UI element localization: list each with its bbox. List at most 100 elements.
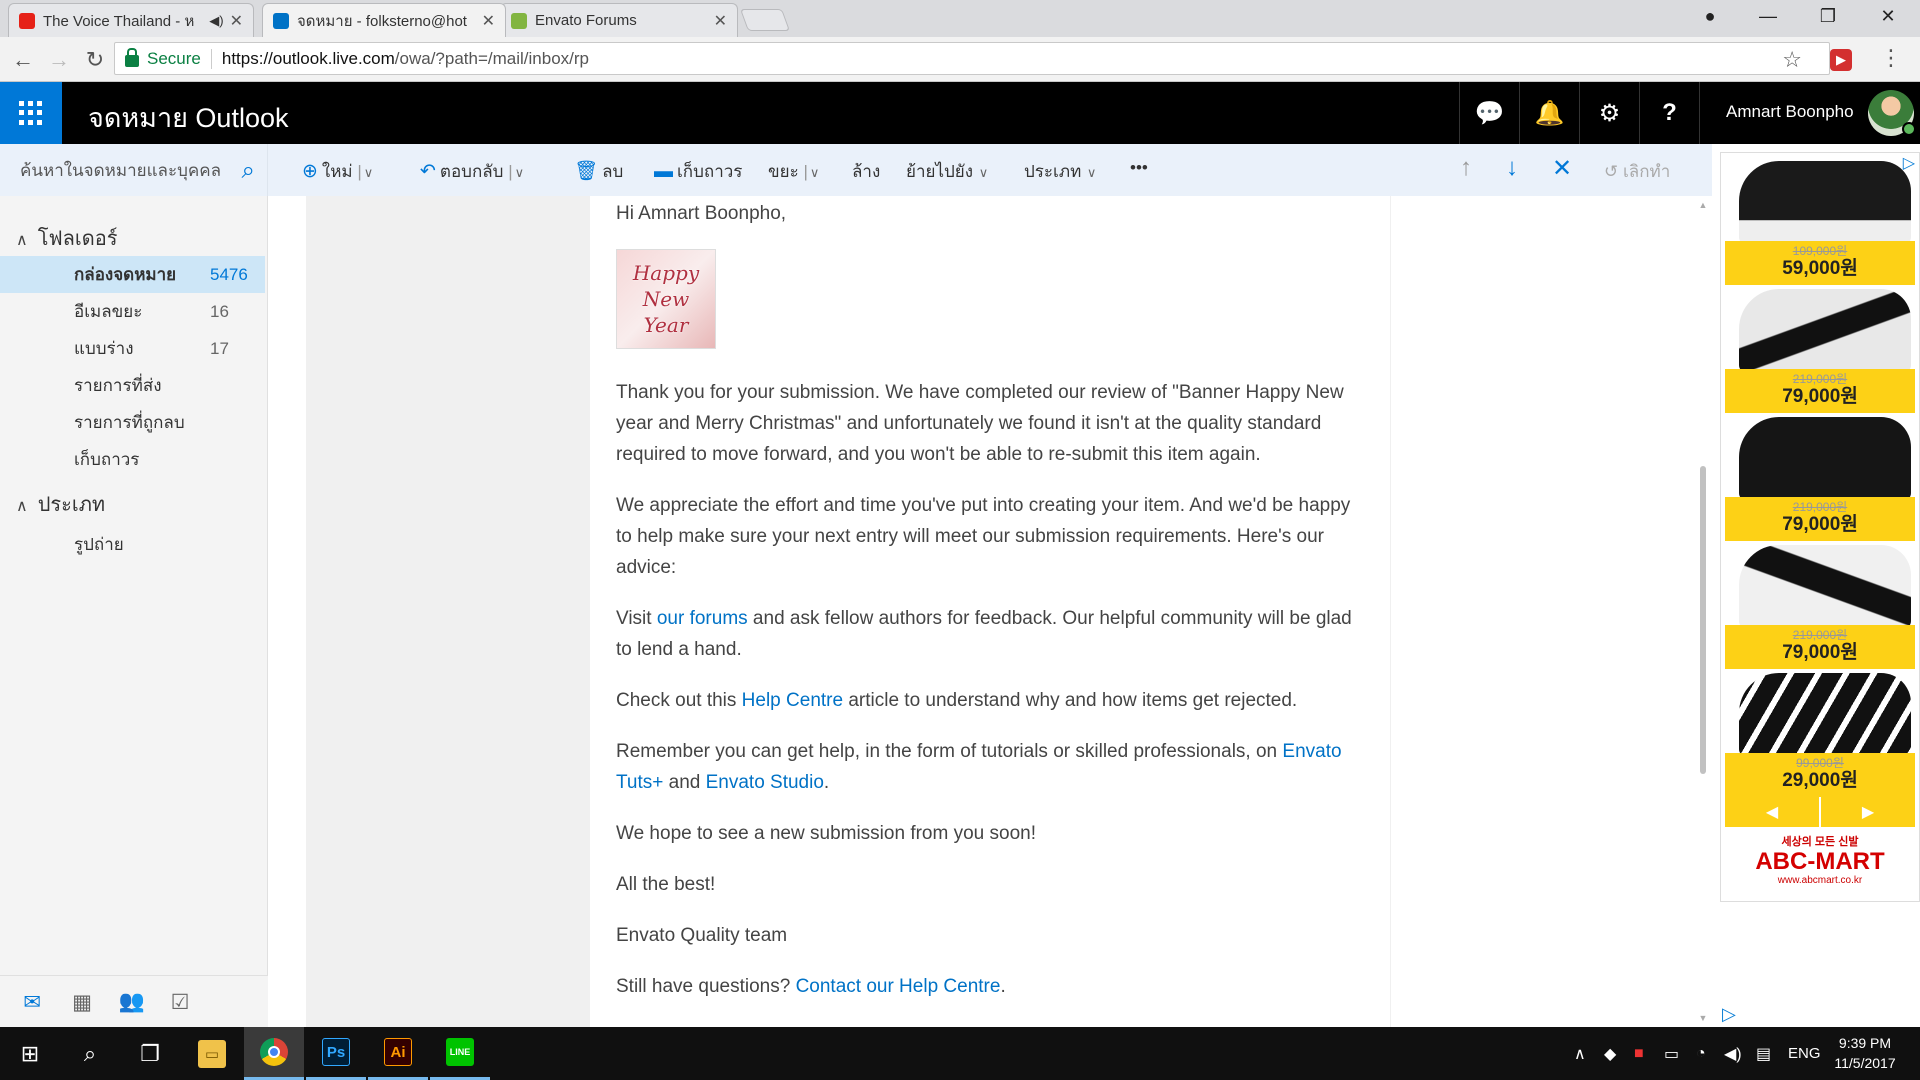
chevron-up-icon[interactable]: ∧ (16, 496, 28, 516)
reload-icon[interactable]: ↻ (80, 45, 110, 75)
forums-link[interactable]: our forums (657, 608, 748, 629)
chrome-taskbar-icon[interactable] (244, 1027, 304, 1080)
folder-sent[interactable]: รายการที่ส่ง (0, 367, 265, 404)
search-icon[interactable]: ⌕ (60, 1027, 120, 1080)
ad-product[interactable]: 219,000원 79,000원 (1725, 415, 1915, 541)
ad-banner[interactable]: ▷ 109,000원 59,000원 219,000원 79,000원 219,00… (1720, 152, 1920, 902)
show-hidden-icons-icon[interactable]: ∧ (1574, 1027, 1586, 1080)
app-launcher-icon[interactable] (0, 82, 62, 144)
folder-label: กล่องจดหมาย (74, 265, 177, 284)
system-clock[interactable]: 9:39 PM 11/5/2017 (1820, 1033, 1910, 1073)
folders-heading-label: โฟลเดอร์ (37, 228, 118, 250)
reply-button[interactable]: ↶ ตอบกลับ | ∨ (420, 158, 524, 185)
photoshop-taskbar-icon[interactable]: Ps (306, 1027, 366, 1080)
tasks-icon[interactable]: ☑ (166, 989, 194, 1015)
bookmark-star-icon[interactable]: ☆ (1782, 47, 1802, 73)
line-taskbar-icon[interactable]: LINE (430, 1027, 490, 1080)
people-icon[interactable]: 👥 (118, 989, 146, 1015)
category-photos[interactable]: รูปถ่าย (0, 526, 265, 563)
tab-voice-thailand[interactable]: The Voice Thailand - ห ◀) ✕ (8, 3, 254, 37)
chevron-down-icon[interactable]: ∨ (515, 165, 525, 180)
profile-icon[interactable]: ● (1682, 0, 1738, 32)
folder-deleted[interactable]: รายการที่ถูกลบ (0, 404, 265, 441)
volume-icon[interactable]: ◀) (1724, 1027, 1742, 1080)
tray-app-icon[interactable]: ■ (1634, 1027, 1644, 1080)
more-actions-button[interactable]: ••• (1130, 158, 1148, 178)
adchoices-icon[interactable]: ▷ (1722, 1004, 1736, 1025)
archive-button[interactable]: ▬ เก็บถาวร (654, 158, 742, 185)
back-icon[interactable]: ← (8, 45, 38, 75)
chevron-up-icon[interactable]: ∧ (16, 230, 28, 250)
sweep-button[interactable]: ล้าง (852, 158, 880, 185)
ad-product[interactable]: 109,000원 59,000원 (1725, 159, 1915, 285)
move-to-button[interactable]: ย้ายไปยัง ∨ (906, 158, 988, 185)
sale-price: 29,000원 (1782, 770, 1858, 791)
ad-product[interactable]: 219,000원 79,000원 (1725, 287, 1915, 413)
minimize-icon[interactable]: — (1740, 0, 1796, 32)
chevron-down-icon[interactable]: ∨ (810, 165, 820, 180)
tab-envato-forums[interactable]: Envato Forums ✕ (500, 3, 738, 37)
chevron-down-icon: ∨ (1083, 165, 1097, 180)
forward-icon[interactable]: → (44, 45, 74, 75)
help-icon[interactable]: ? (1639, 82, 1699, 144)
close-tab-icon[interactable]: ✕ (230, 11, 243, 31)
junk-button[interactable]: ขยะ | ∨ (768, 158, 819, 185)
reading-pane-scrollbar[interactable]: ▲ ▼ (1697, 196, 1709, 1027)
folder-junk[interactable]: อีเมลขยะ 16 (0, 293, 265, 330)
chevron-down-icon[interactable]: ∨ (364, 165, 374, 180)
sale-price: 79,000원 (1782, 514, 1858, 535)
wifi-icon[interactable]: ◔ (1696, 1027, 1706, 1080)
user-name[interactable]: Amnart Boonpho (1726, 102, 1854, 122)
ad-product[interactable]: 99,000원 29,000원 (1725, 671, 1915, 797)
folder-inbox[interactable]: กล่องจดหมาย 5476 (0, 256, 265, 293)
close-tab-icon[interactable]: ✕ (482, 11, 495, 31)
next-message-icon[interactable]: ↓ (1506, 154, 1518, 182)
battery-icon[interactable]: ▭ (1664, 1027, 1679, 1080)
address-bar[interactable]: Secure https://outlook.live.com/owa/?pat… (114, 42, 1830, 75)
search-icon[interactable]: ⌕ (242, 157, 255, 185)
scroll-down-icon[interactable]: ▼ (1697, 1013, 1709, 1023)
extension-icon[interactable]: ▶ (1830, 49, 1852, 71)
close-tab-icon[interactable]: ✕ (714, 11, 727, 31)
envato-studio-link[interactable]: Envato Studio (706, 772, 824, 793)
close-window-icon[interactable]: ✕ (1860, 0, 1916, 32)
file-explorer-icon[interactable]: ▭ (182, 1027, 242, 1080)
categories-heading[interactable]: ∧ ประเภท (16, 488, 105, 520)
help-centre-link[interactable]: Help Centre (742, 690, 843, 711)
notifications-bell-icon[interactable]: 🔔 (1519, 82, 1579, 144)
scrollbar-thumb[interactable] (1700, 466, 1706, 774)
restore-icon[interactable]: ❐ (1800, 0, 1856, 32)
abc-mart-logo[interactable]: 세상의 모든 신발 ABC-MART www.abcmart.co.kr (1725, 833, 1915, 899)
ad-product[interactable]: 219,000원 79,000원 (1725, 543, 1915, 669)
ad-next-button[interactable]: ▶ (1821, 797, 1915, 827)
tab-outlook[interactable]: จดหมาย - folksterno@hot ✕ (262, 3, 506, 37)
windows-start-icon[interactable]: ⊞ (0, 1027, 60, 1080)
avatar[interactable] (1868, 90, 1916, 136)
action-center-icon[interactable]: ▤ (1756, 1027, 1771, 1080)
speaker-icon[interactable]: ◀) (209, 13, 223, 29)
folder-archive[interactable]: เก็บถาวร (0, 441, 265, 478)
folder-drafts[interactable]: แบบร่าง 17 (0, 330, 265, 367)
contact-help-centre-link[interactable]: Contact our Help Centre (796, 976, 1001, 997)
new-tab-button[interactable] (739, 9, 791, 31)
input-language[interactable]: ENG (1788, 1027, 1821, 1080)
scroll-up-icon[interactable]: ▲ (1697, 200, 1709, 210)
chrome-menu-icon[interactable]: ⋮ (1880, 45, 1902, 71)
dropbox-icon[interactable]: ◆ (1604, 1027, 1616, 1080)
search-input[interactable]: ค้นหาในจดหมายและบุคคล ⌕ (0, 144, 268, 196)
folders-heading[interactable]: ∧ โฟลเดอร์ (16, 222, 117, 254)
new-message-button[interactable]: ⊕ ใหม่ | ∨ (302, 158, 373, 185)
task-view-icon[interactable]: ❐ (120, 1027, 180, 1080)
app-title[interactable]: จดหมาย Outlook (88, 96, 288, 139)
calendar-icon[interactable]: ▦ (68, 989, 96, 1015)
ad-prev-button[interactable]: ◀ (1725, 797, 1819, 827)
mail-icon[interactable]: ✉ (18, 989, 46, 1015)
undo-button[interactable]: ↺ เลิกทำ (1604, 158, 1670, 185)
previous-message-icon[interactable]: ↑ (1460, 154, 1472, 182)
delete-button[interactable]: 🗑 ลบ (574, 158, 623, 185)
illustrator-taskbar-icon[interactable]: Ai (368, 1027, 428, 1080)
settings-gear-icon[interactable]: ⚙ (1579, 82, 1639, 144)
close-reading-pane-icon[interactable]: ✕ (1552, 154, 1572, 183)
chat-icon[interactable]: 💬 (1459, 82, 1519, 144)
categorize-button[interactable]: ประเภท ∨ (1024, 158, 1096, 185)
